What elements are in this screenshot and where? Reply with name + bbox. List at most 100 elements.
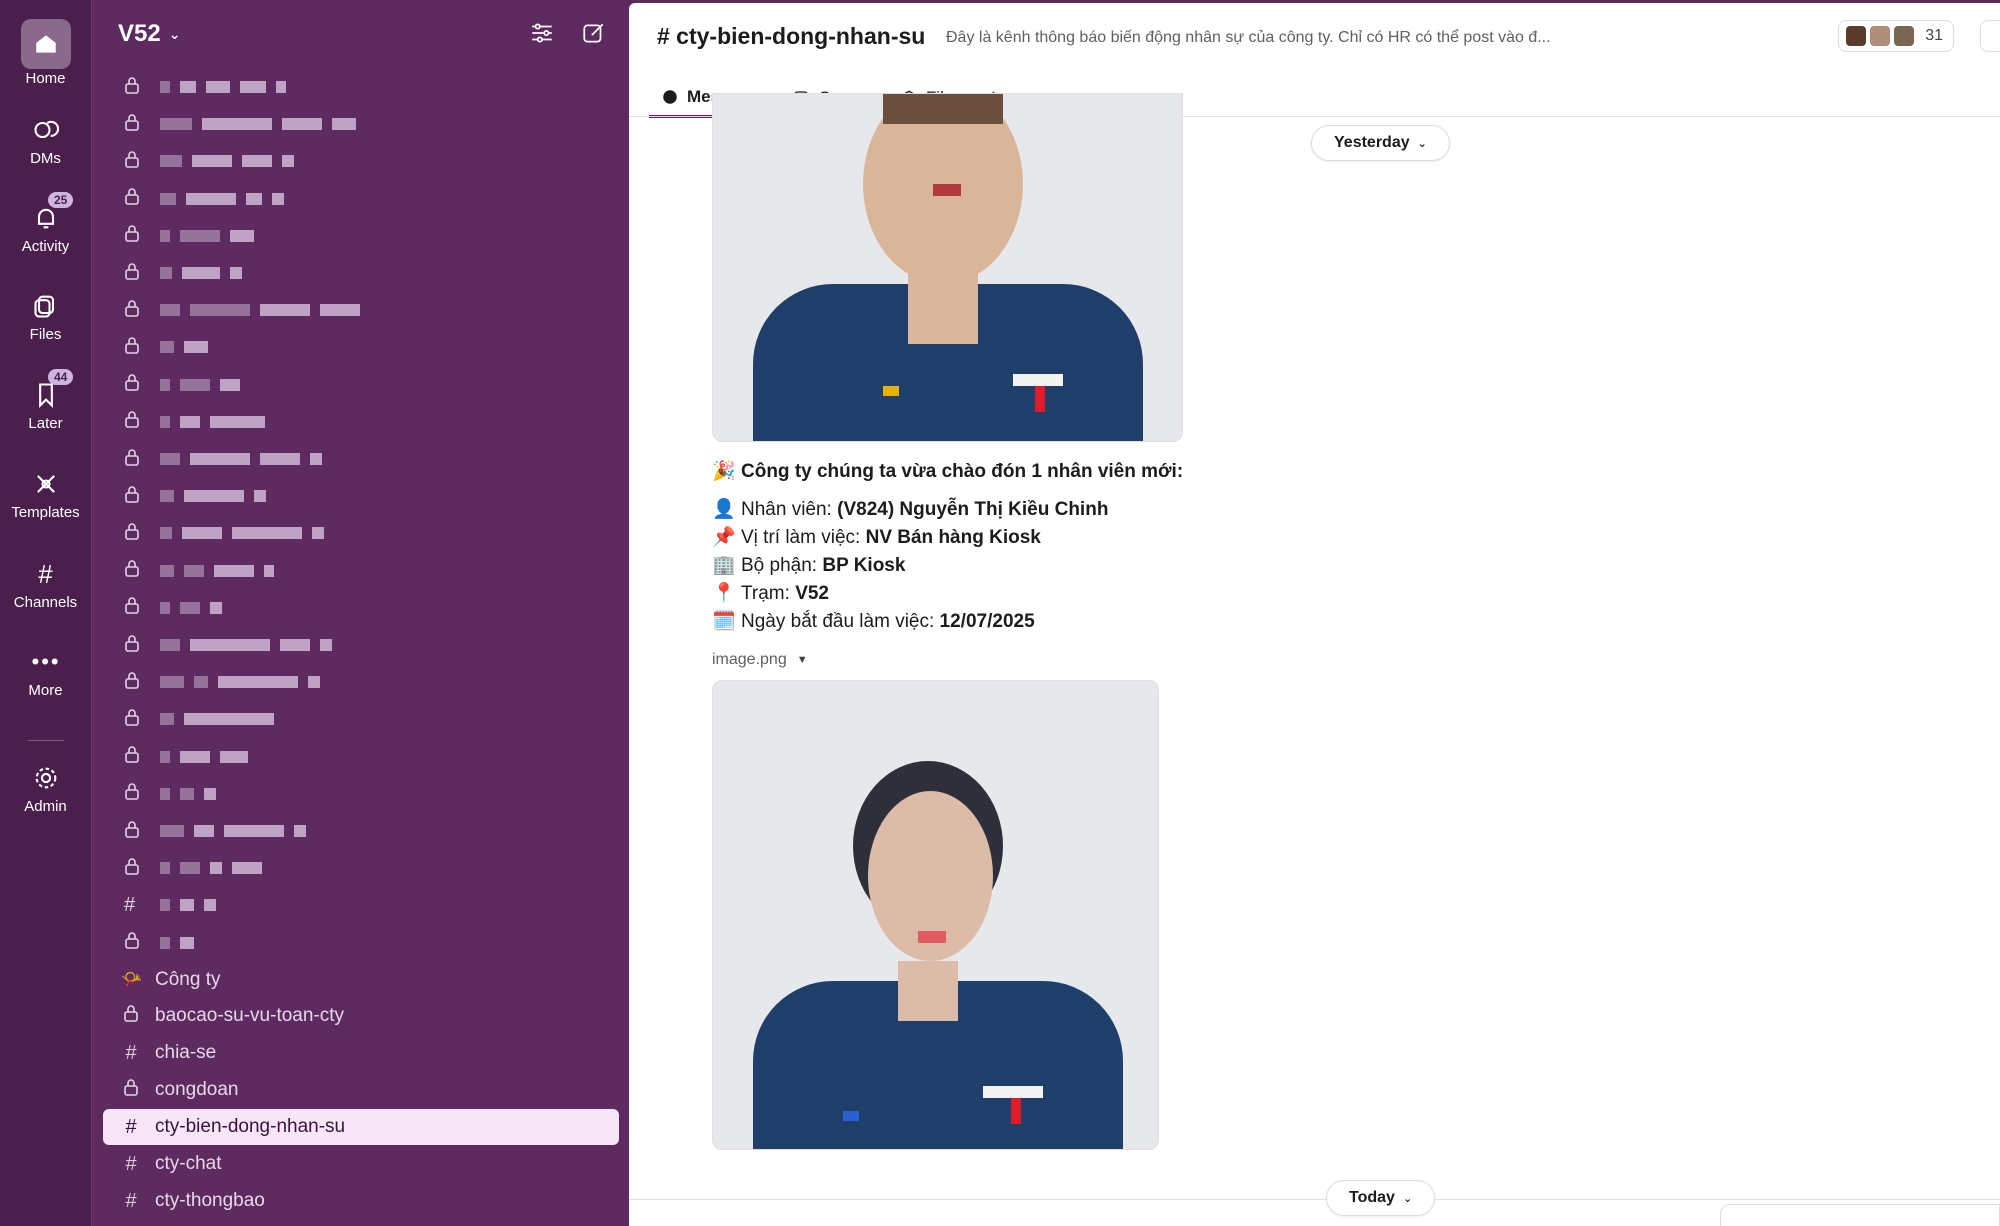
redacted-channel-row[interactable] <box>124 634 332 655</box>
more-icon: ••• <box>31 649 61 674</box>
start-date-line: 🗓️ Ngày bắt đầu làm việc: 12/07/2025 <box>711 608 1183 636</box>
redacted-channel-row[interactable] <box>124 262 242 283</box>
redacted-channel-row[interactable] <box>124 337 208 357</box>
huddle-button[interactable] <box>1980 20 2000 52</box>
dept-value: BP Kiosk <box>822 555 906 576</box>
channel-description: Đây là kênh thông báo biến động nhân sự … <box>946 29 1551 46</box>
redaction-block <box>160 825 184 837</box>
redacted-channel-row[interactable] <box>124 76 286 97</box>
lock-icon <box>124 857 140 880</box>
rail-channels[interactable]: # Channels <box>0 560 91 611</box>
position-line: 📌 Vị trí làm việc: NV Bán hàng Kiosk <box>711 524 1183 552</box>
redaction-block <box>182 527 222 540</box>
rail-home[interactable]: Home <box>0 70 91 87</box>
lock-icon <box>124 671 140 694</box>
rail-dms[interactable]: DMs <box>0 116 91 167</box>
redaction-block <box>184 341 208 354</box>
redacted-channel-row[interactable] <box>124 373 240 396</box>
redaction-block <box>310 453 322 465</box>
rail-admin[interactable]: Admin <box>0 764 91 815</box>
redacted-channel-row[interactable] <box>124 411 265 432</box>
redaction-block <box>160 862 170 875</box>
members-button[interactable]: 31 <box>1838 20 1954 52</box>
redacted-channel-row[interactable] <box>124 188 284 209</box>
redacted-channel-row[interactable] <box>124 596 222 619</box>
lock-icon <box>124 596 140 619</box>
redacted-channel-row[interactable] <box>124 783 216 804</box>
rail-more[interactable]: ••• More <box>0 648 91 699</box>
redaction-block <box>160 564 174 577</box>
message-image-2[interactable] <box>712 680 1159 1150</box>
redaction-block <box>180 378 210 391</box>
filter-icon[interactable] <box>529 20 555 46</box>
section-cong-ty[interactable]: 📯 Công ty <box>121 965 220 995</box>
redacted-channel-name <box>160 750 248 763</box>
redaction-block <box>160 453 180 465</box>
sidebar-channel-congdoan[interactable]: congdoan <box>121 1075 238 1105</box>
redaction-block <box>160 118 192 131</box>
redacted-channel-name <box>160 490 266 503</box>
lock-icon <box>121 1078 141 1102</box>
redaction-block <box>220 378 240 391</box>
date-divider-today[interactable]: Today ⌄ <box>1326 1180 1436 1216</box>
sidebar-channel-cty-chat[interactable]: # cty-chat <box>121 1149 221 1179</box>
hash-icon: # <box>124 893 136 916</box>
rail-activity[interactable]: Activity 25 <box>0 192 91 255</box>
message-composer[interactable] <box>1720 1204 2000 1226</box>
redaction-block <box>186 192 236 205</box>
redacted-channel-row[interactable] <box>124 857 262 880</box>
party-popper-icon: 🎉 <box>712 461 736 482</box>
redaction-block <box>160 81 170 93</box>
redacted-channel-row[interactable] <box>124 448 322 469</box>
redaction-block <box>160 676 184 689</box>
sidebar-channel-cty-thongbao[interactable]: # cty-thongbao <box>121 1186 264 1216</box>
redaction-block <box>160 155 182 168</box>
rail-home-label: Home <box>25 70 66 87</box>
redacted-channel-row[interactable] <box>124 299 360 322</box>
redacted-channel-row[interactable] <box>124 932 194 953</box>
employee-value: (V824) Nguyễn Thị Kiều Chinh <box>837 499 1109 520</box>
sidebar-channel-baocao-su-vu-toan-cty[interactable]: baocao-su-vu-toan-cty <box>121 1001 344 1031</box>
redacted-channel-row[interactable] <box>124 523 324 543</box>
date-divider-yesterday[interactable]: Yesterday ⌄ <box>1311 125 1450 161</box>
attachment-name[interactable]: image.png ▼ <box>712 651 808 669</box>
activity-badge: 25 <box>48 192 74 208</box>
today-divider-line <box>629 1199 2000 1200</box>
channel-title[interactable]: # cty-bien-dong-nhan-su <box>657 23 925 50</box>
redaction-block <box>332 118 356 131</box>
workspace-switcher[interactable]: V52 ⌄ <box>118 20 180 48</box>
redaction-block <box>210 862 222 875</box>
rail-templates[interactable]: Templates <box>0 470 91 521</box>
redaction-block <box>202 118 272 131</box>
redacted-channel-row[interactable] <box>124 746 248 767</box>
redaction-block <box>190 453 250 465</box>
sidebar-channel-label: chia-se <box>155 1042 217 1063</box>
redacted-channel-row[interactable] <box>124 671 320 694</box>
sidebar-channel-cty-bien-dong-nhan-su[interactable]: # cty-bien-dong-nhan-su <box>103 1109 619 1145</box>
redacted-channel-row[interactable] <box>124 709 274 729</box>
sidebar-channel-label: baocao-su-vu-toan-cty <box>155 1005 345 1026</box>
redaction-block <box>180 81 196 93</box>
redaction-block <box>160 192 176 205</box>
redaction-block <box>160 229 170 242</box>
redacted-channel-row[interactable] <box>124 113 356 134</box>
rail-later[interactable]: Later 44 <box>0 369 91 432</box>
sidebar-channel-chia-se[interactable]: # chia-se <box>121 1038 216 1068</box>
redacted-channel-row[interactable] <box>124 151 294 171</box>
redaction-block <box>282 155 294 168</box>
redacted-channel-row[interactable] <box>124 485 266 506</box>
calendar-icon: 🗓️ <box>712 611 736 632</box>
avatar <box>1845 25 1868 47</box>
rail-files[interactable]: Files <box>0 292 91 343</box>
lock-icon <box>124 299 140 322</box>
redaction-block <box>260 453 300 465</box>
message-image-1[interactable] <box>712 93 1183 442</box>
home-logo-icon[interactable] <box>21 19 71 69</box>
redacted-channel-row[interactable] <box>124 225 254 246</box>
redacted-channel-row[interactable] <box>124 560 274 581</box>
lock-icon <box>124 373 140 396</box>
member-count: 31 <box>1925 27 1943 44</box>
redacted-channel-row[interactable]: # <box>124 893 216 916</box>
redacted-channel-row[interactable] <box>124 820 306 841</box>
compose-icon[interactable] <box>581 20 607 46</box>
